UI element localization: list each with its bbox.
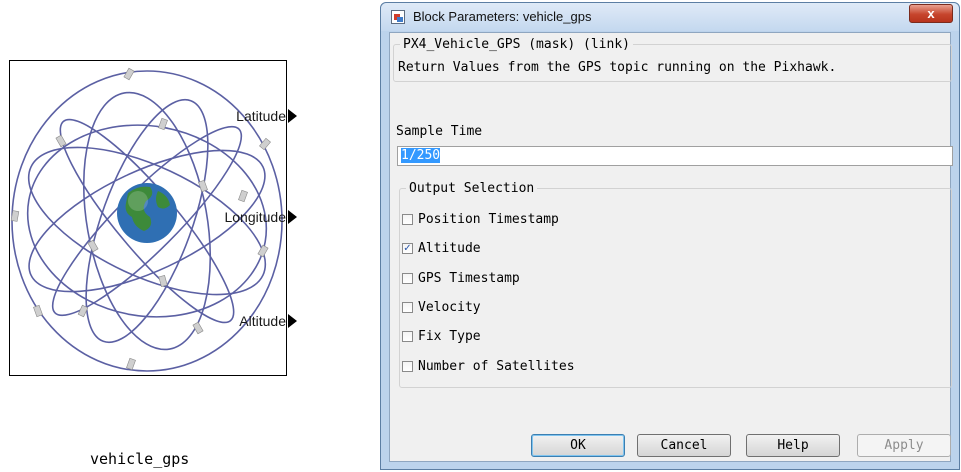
checkbox-label: Number of Satellites bbox=[418, 359, 575, 374]
checkbox-label: GPS Timestamp bbox=[418, 271, 520, 286]
apply-button[interactable]: Apply bbox=[857, 434, 951, 457]
port-label-latitude: Latitude bbox=[236, 108, 286, 124]
checkbox-box[interactable] bbox=[402, 331, 413, 342]
output-port-arrow-icon bbox=[288, 210, 297, 224]
checkbox-gps-timestamp[interactable]: GPS Timestamp bbox=[402, 271, 520, 286]
dialog-title: Block Parameters: vehicle_gps bbox=[413, 9, 592, 24]
simulink-block-icon bbox=[391, 10, 405, 24]
port-label-altitude: Altitude bbox=[239, 313, 286, 329]
checkbox-altitude[interactable]: ✓ Altitude bbox=[402, 241, 481, 256]
checkbox-box[interactable] bbox=[402, 214, 413, 225]
sample-time-value: 1/250 bbox=[401, 148, 441, 163]
port-label-longitude: Longitude bbox=[224, 209, 286, 225]
port-latitude[interactable]: Latitude bbox=[236, 108, 297, 124]
checkbox-fix-type[interactable]: Fix Type bbox=[402, 329, 481, 344]
port-longitude[interactable]: Longitude bbox=[224, 209, 297, 225]
close-icon: x bbox=[927, 6, 935, 21]
checkbox-box-checked[interactable]: ✓ bbox=[402, 243, 413, 254]
checkbox-label: Altitude bbox=[418, 241, 481, 256]
port-altitude[interactable]: Altitude bbox=[239, 313, 297, 329]
dialog-title-bar[interactable]: Block Parameters: vehicle_gps x bbox=[381, 3, 959, 31]
output-selection-title: Output Selection bbox=[409, 181, 535, 196]
block-parameters-dialog: Block Parameters: vehicle_gps x PX4_Vehi… bbox=[380, 2, 960, 470]
sample-time-input[interactable]: 1/250 bbox=[397, 146, 953, 166]
help-button[interactable]: Help bbox=[746, 434, 840, 457]
checkbox-box[interactable] bbox=[402, 273, 413, 284]
ok-button[interactable]: OK bbox=[531, 434, 625, 457]
checkbox-position-timestamp[interactable]: Position Timestamp bbox=[402, 212, 559, 227]
sample-time-label: Sample Time bbox=[396, 124, 483, 139]
mask-group-title: PX4_Vehicle_GPS (mask) (link) bbox=[403, 37, 630, 52]
checkbox-number-of-satellites[interactable]: Number of Satellites bbox=[402, 359, 575, 374]
checkbox-label: Fix Type bbox=[418, 329, 481, 344]
output-port-arrow-icon bbox=[288, 314, 297, 328]
checkbox-box[interactable] bbox=[402, 361, 413, 372]
dialog-client-area: PX4_Vehicle_GPS (mask) (link) Return Val… bbox=[389, 32, 953, 462]
cancel-button[interactable]: Cancel bbox=[637, 434, 731, 457]
mask-description-text: Return Values from the GPS topic running… bbox=[398, 60, 837, 75]
output-port-arrow-icon bbox=[288, 109, 297, 123]
checkbox-box[interactable] bbox=[402, 302, 413, 313]
checkbox-label: Position Timestamp bbox=[418, 212, 559, 227]
checkbox-label: Velocity bbox=[418, 300, 481, 315]
checkbox-velocity[interactable]: Velocity bbox=[402, 300, 481, 315]
checkmark-icon: ✓ bbox=[403, 243, 412, 254]
gps-block[interactable]: Latitude Longitude Altitude bbox=[9, 60, 297, 376]
close-button[interactable]: x bbox=[909, 4, 953, 23]
block-name-label[interactable]: vehicle_gps bbox=[90, 450, 189, 468]
